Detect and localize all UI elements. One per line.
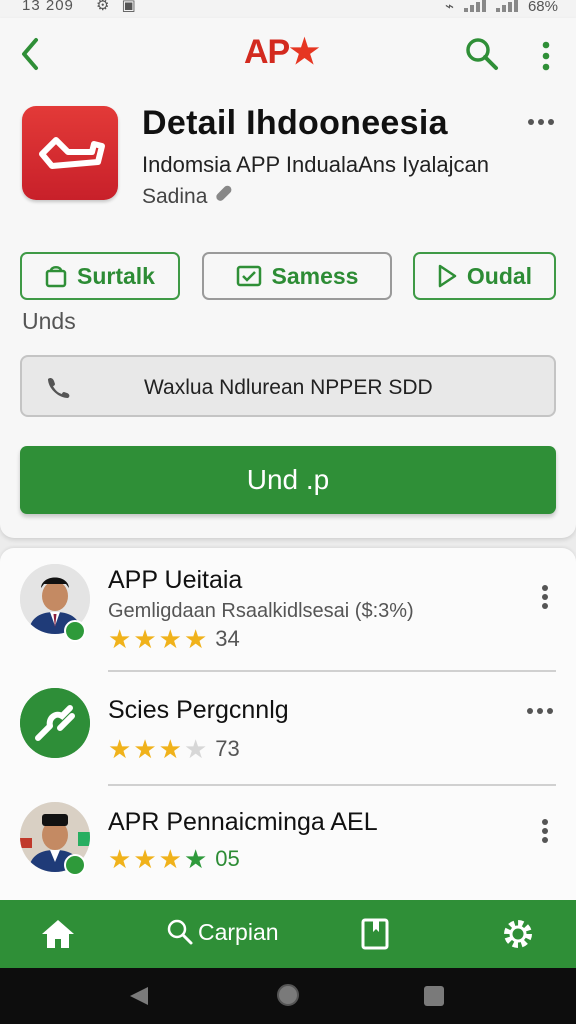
list-item-title: APP Ueitaia [108, 566, 243, 594]
system-nav-bar [0, 968, 576, 1024]
star-logo-icon: ★ [289, 33, 320, 71]
settings-icon: ⚙ [96, 0, 110, 14]
bag-icon [45, 266, 67, 288]
search-icon [167, 919, 193, 945]
star-rating: ★ ★ ★ ★ 73 [108, 736, 240, 762]
star-icon: ★ [158, 734, 182, 764]
star-icon: ★ [108, 734, 132, 764]
signal-icon [463, 0, 486, 12]
star-green-icon: ★ [183, 844, 208, 874]
verified-check-icon [64, 854, 86, 876]
system-back-icon[interactable] [128, 985, 150, 1012]
kebab-menu-icon[interactable] [540, 584, 550, 610]
nav-search[interactable]: Carpian [166, 918, 279, 946]
verified-check-icon [64, 620, 86, 642]
search-icon[interactable] [464, 36, 500, 72]
star-icon: ★ [183, 624, 208, 654]
star-empty-icon: ★ [183, 734, 208, 764]
more-options-icon[interactable] [526, 110, 556, 134]
home-icon[interactable] [38, 916, 78, 952]
kebab-menu-icon[interactable] [540, 818, 550, 844]
app-list: APP Ueitaia Gemligdaan Rsaalkidlsesai ($… [0, 548, 576, 908]
status-bar: 13 209 ⚙ ▣ ⌁ 68% [0, 0, 576, 18]
star-icon: ★ [133, 624, 157, 654]
oudal-button[interactable]: Oudal [413, 252, 556, 300]
pill-icon [215, 183, 237, 211]
list-item-title: Scies Pergcnnlg [108, 696, 289, 724]
samess-button[interactable]: Samess [202, 252, 392, 300]
surtalk-button[interactable]: Surtalk [20, 252, 180, 300]
star-icon: ★ [158, 624, 182, 654]
red-app-icon [22, 106, 118, 200]
star-icon: ★ [108, 624, 132, 654]
system-recents-icon[interactable] [424, 986, 444, 1006]
star-rating: ★ ★ ★ ★ 05 [108, 846, 240, 872]
app-bar: AP★ [0, 18, 576, 88]
phone-field-value: Waxlua Ndlurean NPPER SDD [144, 376, 433, 399]
status-time: 13 209 [22, 0, 74, 14]
rating-count: 34 [215, 626, 240, 651]
play-icon [438, 264, 457, 288]
divider [108, 670, 556, 672]
settings-icon[interactable] [500, 916, 536, 952]
star-icon: ★ [133, 734, 157, 764]
rating-count: 05 [215, 846, 240, 871]
avatar [20, 688, 90, 758]
phone-icon [44, 375, 72, 404]
primary-button[interactable]: Und .p [20, 446, 556, 514]
notification-icon: ▣ [121, 0, 136, 14]
list-item-meta: Gemligdaan Rsaalkidlsesai ($:3%) [108, 600, 414, 622]
divider [108, 784, 556, 786]
back-arrow-icon[interactable] [16, 36, 46, 72]
star-icon: ★ [108, 844, 132, 874]
wifi-icon: ⌁ [444, 0, 454, 15]
star-icon: ★ [133, 844, 157, 874]
app-logo: AP★ [244, 33, 320, 71]
phone-field[interactable]: Waxlua Ndlurean NPPER SDD [20, 355, 556, 417]
star-rating: ★ ★ ★ ★ 34 [108, 626, 240, 652]
star-icon: ★ [158, 844, 182, 874]
section-label: Unds [22, 308, 76, 334]
system-home-icon[interactable] [277, 984, 299, 1006]
battery-level: 68% [527, 0, 558, 15]
developer-name: Sadina [142, 183, 237, 211]
rating-count: 73 [215, 736, 240, 761]
bottom-nav: Carpian [0, 900, 576, 968]
signal-icon-2 [495, 0, 518, 12]
more-options-icon[interactable] [524, 704, 556, 716]
chart-check-icon [236, 265, 261, 287]
app-subtitle: Indomsia APP IndualaAns Iyalajcan [142, 152, 489, 177]
list-item-title: APR Pennaicminga AEL [108, 808, 378, 836]
page-title: Detail Ihdooneesia [142, 104, 448, 142]
kebab-menu-icon[interactable] [536, 40, 556, 74]
bookmark-icon[interactable] [360, 914, 392, 952]
